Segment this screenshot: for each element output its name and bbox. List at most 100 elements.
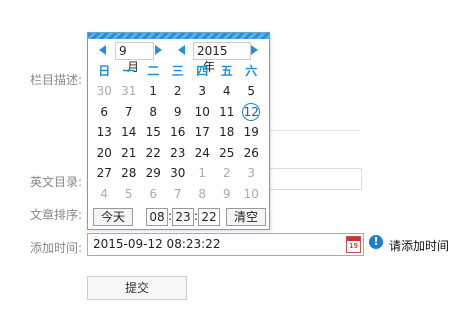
calendar-icon[interactable]: 19 [346, 236, 361, 253]
date-cell[interactable]: 4 [215, 81, 240, 102]
date-cell[interactable]: 11 [215, 102, 240, 123]
info-icon: ! [369, 235, 383, 249]
weekday-label: 六 [245, 64, 258, 78]
date-cell-label: 2 [173, 84, 182, 98]
date-cell-label: 11 [219, 104, 235, 119]
english-dir-label: 英文目录: [29, 175, 82, 189]
date-cell[interactable]: 3 [190, 81, 215, 102]
date-cell[interactable]: 3 [239, 163, 264, 184]
date-cell[interactable]: 21 [117, 143, 142, 164]
date-cell[interactable]: 30 [92, 81, 117, 102]
date-cell-label: 9 [173, 104, 182, 119]
date-cell-label: 3 [198, 84, 207, 98]
second-input[interactable]: 22 [198, 208, 220, 226]
article-sort-label: 文章排序: [29, 208, 82, 222]
year-value: 2015 [197, 44, 228, 58]
add-time-tip: 请添加时间 [389, 239, 450, 253]
selected-date-cell[interactable]: 12 [239, 102, 264, 123]
clear-button[interactable]: 清空 [226, 208, 266, 226]
date-cell-label: 8 [198, 186, 207, 201]
date-cell[interactable]: 17 [190, 122, 215, 143]
date-cell[interactable]: 2 [215, 163, 240, 184]
date-cell-label: 31 [121, 84, 137, 98]
date-cell-label: 14 [121, 125, 137, 139]
date-cell[interactable]: 20 [92, 143, 117, 164]
date-cell-label: 7 [173, 186, 182, 201]
date-cell[interactable]: 28 [117, 163, 142, 184]
today-button[interactable]: 今天 [93, 208, 133, 226]
date-cell-label: 2 [222, 166, 231, 180]
date-cell[interactable]: 7 [117, 102, 142, 123]
prev-year-icon[interactable] [178, 45, 185, 55]
add-time-input[interactable]: 2015-09-12 08:23:22 19 [87, 233, 364, 256]
date-cell-label: 28 [121, 166, 137, 180]
date-cell-label: 6 [100, 104, 109, 119]
submit-button[interactable]: 提交 [87, 276, 187, 300]
english-dir-input[interactable] [268, 168, 362, 190]
date-cell[interactable]: 5 [239, 81, 264, 102]
date-row: 30 31 1 2 3 4 5 [92, 81, 264, 102]
date-cell[interactable]: 16 [166, 122, 191, 143]
date-cell[interactable]: 8 [141, 102, 166, 123]
month-value: 9 [119, 44, 127, 58]
date-cell[interactable]: 9 [166, 102, 191, 123]
date-cell[interactable]: 26 [239, 143, 264, 164]
next-month-icon[interactable] [155, 45, 162, 55]
date-cell[interactable]: 27 [92, 163, 117, 184]
date-cell[interactable]: 19 [239, 122, 264, 143]
year-select[interactable]: 2015 年 [193, 42, 251, 74]
date-cell[interactable]: 25 [215, 143, 240, 164]
date-cell[interactable]: 1 [190, 163, 215, 184]
date-cell[interactable]: 8 [190, 184, 215, 205]
date-cell[interactable]: 1 [141, 81, 166, 102]
date-cell[interactable]: 24 [190, 143, 215, 164]
date-cell[interactable]: 23 [166, 143, 191, 164]
date-cell[interactable]: 14 [117, 122, 142, 143]
date-cell[interactable]: 9 [215, 184, 240, 205]
date-cell-label: 15 [145, 125, 161, 139]
hour-input[interactable]: 08 [146, 208, 168, 226]
date-cell-label: 18 [219, 125, 235, 139]
date-cell[interactable]: 5 [117, 184, 142, 205]
date-cell[interactable]: 29 [141, 163, 166, 184]
date-cell-label: 7 [124, 104, 133, 119]
date-cell-label: 10 [194, 104, 210, 119]
date-cell[interactable]: 15 [141, 122, 166, 143]
month-select[interactable]: 9 月 [115, 42, 154, 74]
date-cell[interactable]: 4 [92, 184, 117, 205]
date-cell[interactable]: 10 [190, 102, 215, 123]
date-cell-label: 30 [170, 166, 186, 180]
next-year-icon[interactable] [251, 45, 258, 55]
date-cell[interactable]: 2 [166, 81, 191, 102]
date-cell[interactable]: 6 [92, 102, 117, 123]
weekday-label: 四 [196, 64, 209, 78]
date-cell-label: 19 [243, 125, 259, 139]
date-cell-label: 1 [149, 84, 158, 98]
date-cell[interactable]: 6 [141, 184, 166, 205]
date-cell[interactable]: 10 [239, 184, 264, 205]
date-cell-label: 8 [149, 104, 158, 119]
date-cell-label: 4 [222, 84, 231, 98]
date-row: 13 14 15 16 17 18 19 [92, 122, 264, 143]
date-cell[interactable]: 18 [215, 122, 240, 143]
column-desc-label: 栏目描述: [29, 73, 82, 87]
date-cell[interactable]: 13 [92, 122, 117, 143]
date-cell[interactable]: 22 [141, 143, 166, 164]
prev-month-icon[interactable] [99, 45, 106, 55]
minute-input[interactable]: 23 [172, 208, 194, 226]
date-grid: 30 31 1 2 3 4 5 6 7 8 9 10 11 12 13 14 15 16 17 18 19 20 21 22 2… [92, 81, 264, 204]
date-picker-header: 9 月 2015 年 [88, 39, 269, 74]
date-cell[interactable]: 31 [117, 81, 142, 102]
date-cell-label: 24 [194, 145, 210, 160]
date-cell-label: 5 [124, 186, 133, 201]
weekday-label: 一 [122, 64, 135, 78]
date-cell-label: 21 [121, 145, 137, 160]
date-cell-label: 29 [145, 166, 161, 180]
date-cell[interactable]: 30 [166, 163, 191, 184]
date-cell[interactable]: 7 [166, 184, 191, 205]
column-desc-textarea[interactable] [260, 60, 360, 131]
weekday-header: 日 一 二 三 四 五 六 [92, 62, 264, 79]
date-cell-label: 12 [242, 102, 261, 121]
weekday-label: 日 [98, 64, 111, 78]
date-cell-label: 27 [96, 166, 112, 180]
